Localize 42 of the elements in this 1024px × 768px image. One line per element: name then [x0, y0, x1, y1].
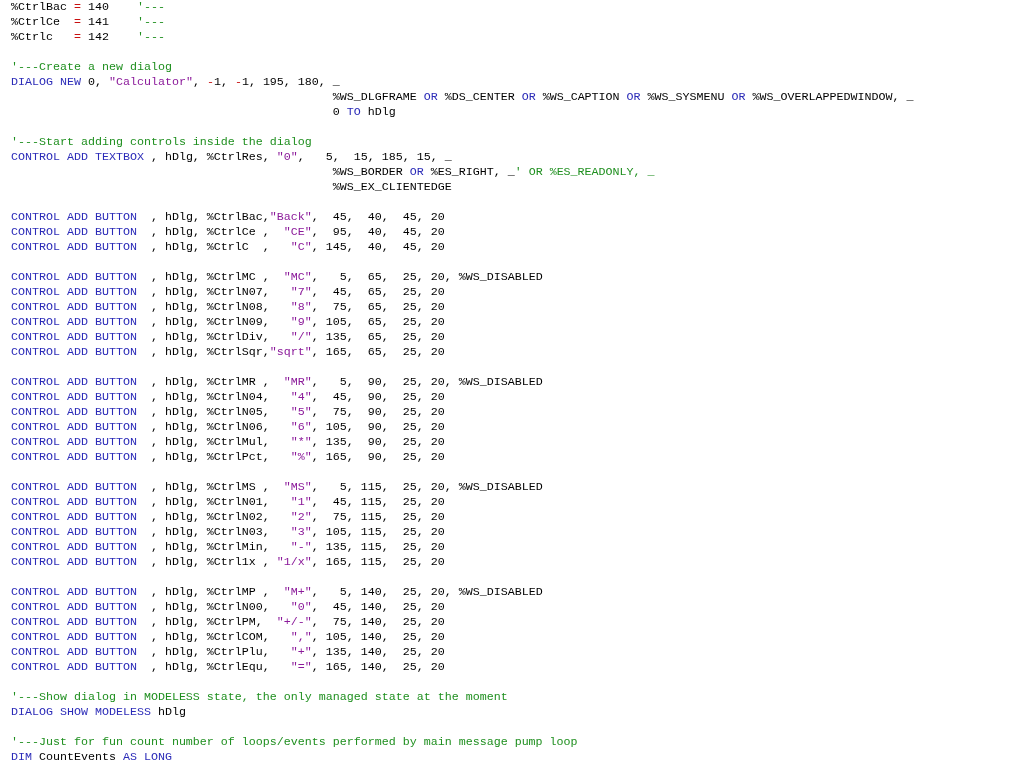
code-line: '---Show dialog in MODELESS state, the only managed state at the moment [11, 690, 508, 705]
code-line: CONTROL ADD BUTTON , hDlg, %CtrlN05, "5", 75, 90, 25, 20 [11, 405, 445, 420]
code-line: DIM CountEvents AS LONG [11, 750, 172, 765]
code-line: CONTROL ADD BUTTON , hDlg, %CtrlN06, "6", 105, 90, 25, 20 [11, 420, 445, 435]
code-line: CONTROL ADD BUTTON , hDlg, %CtrlPM, "+/-", 75, 140, 25, 20 [11, 615, 445, 630]
code-line: CONTROL ADD BUTTON , hDlg, %CtrlN01, "1", 45, 115, 25, 20 [11, 495, 445, 510]
code-line: CONTROL ADD BUTTON , hDlg, %CtrlN02, "2", 75, 115, 25, 20 [11, 510, 445, 525]
code-line: CONTROL ADD BUTTON , hDlg, %CtrlN04, "4", 45, 90, 25, 20 [11, 390, 445, 405]
code-line: CONTROL ADD BUTTON , hDlg, %CtrlN07, "7", 45, 65, 25, 20 [11, 285, 445, 300]
code-line: CONTROL ADD BUTTON , hDlg, %Ctrl1x , "1/x", 165, 115, 25, 20 [11, 555, 445, 570]
code-line: DIALOG NEW 0, "Calculator", -1, -1, 195, 180, _ [11, 75, 340, 90]
code-line: CONTROL ADD BUTTON , hDlg, %CtrlCOM, ",", 105, 140, 25, 20 [11, 630, 445, 645]
code-line: %CtrlBac = 140 '--- [11, 0, 165, 15]
code-line: CONTROL ADD BUTTON , hDlg, %CtrlC , "C", 145, 40, 45, 20 [11, 240, 445, 255]
code-line: CONTROL ADD BUTTON , hDlg, %CtrlBac,"Back", 45, 40, 45, 20 [11, 210, 445, 225]
code-line: %WS_BORDER OR %ES_RIGHT, _' OR %ES_READONLY, _ [331, 165, 655, 180]
code-line: CONTROL ADD BUTTON , hDlg, %CtrlEqu, "=", 165, 140, 25, 20 [11, 660, 445, 675]
code-line: CONTROL ADD BUTTON , hDlg, %CtrlPlu, "+", 135, 140, 25, 20 [11, 645, 445, 660]
code-line: CONTROL ADD BUTTON , hDlg, %CtrlN09, "9", 105, 65, 25, 20 [11, 315, 445, 330]
code-line: CONTROL ADD BUTTON , hDlg, %CtrlDiv, "/", 135, 65, 25, 20 [11, 330, 445, 345]
code-line: CONTROL ADD BUTTON , hDlg, %CtrlCe , "CE", 95, 40, 45, 20 [11, 225, 445, 240]
code-line: '---Just for fun count number of loops/events performed by main message pump loop [11, 735, 578, 750]
code-line: '---Create a new dialog [11, 60, 172, 75]
code-line: CONTROL ADD BUTTON , hDlg, %CtrlMP , "M+", 5, 140, 25, 20, %WS_DISABLED [11, 585, 543, 600]
code-line: DIALOG SHOW MODELESS hDlg [11, 705, 186, 720]
code-line: CONTROL ADD BUTTON , hDlg, %CtrlN08, "8", 75, 65, 25, 20 [11, 300, 445, 315]
code-line: '---Start adding controls inside the dialog [11, 135, 312, 150]
code-line: %WS_EX_CLIENTEDGE [331, 180, 452, 195]
code-line: CONTROL ADD BUTTON , hDlg, %CtrlMin, "-", 135, 115, 25, 20 [11, 540, 445, 555]
code-line: CONTROL ADD BUTTON , hDlg, %CtrlMS , "MS", 5, 115, 25, 20, %WS_DISABLED [11, 480, 543, 495]
code-line: CONTROL ADD BUTTON , hDlg, %CtrlN03, "3", 105, 115, 25, 20 [11, 525, 445, 540]
code-line: %CtrlCe = 141 '--- [11, 15, 165, 30]
code-line: CONTROL ADD BUTTON , hDlg, %CtrlMul, "*", 135, 90, 25, 20 [11, 435, 445, 450]
code-line: %WS_DLGFRAME OR %DS_CENTER OR %WS_CAPTION OR %WS_SYSMENU OR %WS_OVERLAPPEDWINDOW, _ [331, 90, 914, 105]
code-line: CONTROL ADD BUTTON , hDlg, %CtrlN00, "0", 45, 140, 25, 20 [11, 600, 445, 615]
code-line: CONTROL ADD BUTTON , hDlg, %CtrlMR , "MR", 5, 90, 25, 20, %WS_DISABLED [11, 375, 543, 390]
code-line: CONTROL ADD BUTTON , hDlg, %CtrlPct, "%", 165, 90, 25, 20 [11, 450, 445, 465]
code-line: 0 TO hDlg [331, 105, 396, 120]
code-line: %Ctrlc = 142 '--- [11, 30, 165, 45]
code-line: CONTROL ADD BUTTON , hDlg, %CtrlSqr,"sqrt", 165, 65, 25, 20 [11, 345, 445, 360]
code-line: CONTROL ADD BUTTON , hDlg, %CtrlMC , "MC", 5, 65, 25, 20, %WS_DISABLED [11, 270, 543, 285]
code-line: CONTROL ADD TEXTBOX , hDlg, %CtrlRes, "0", 5, 15, 185, 15, _ [11, 150, 452, 165]
